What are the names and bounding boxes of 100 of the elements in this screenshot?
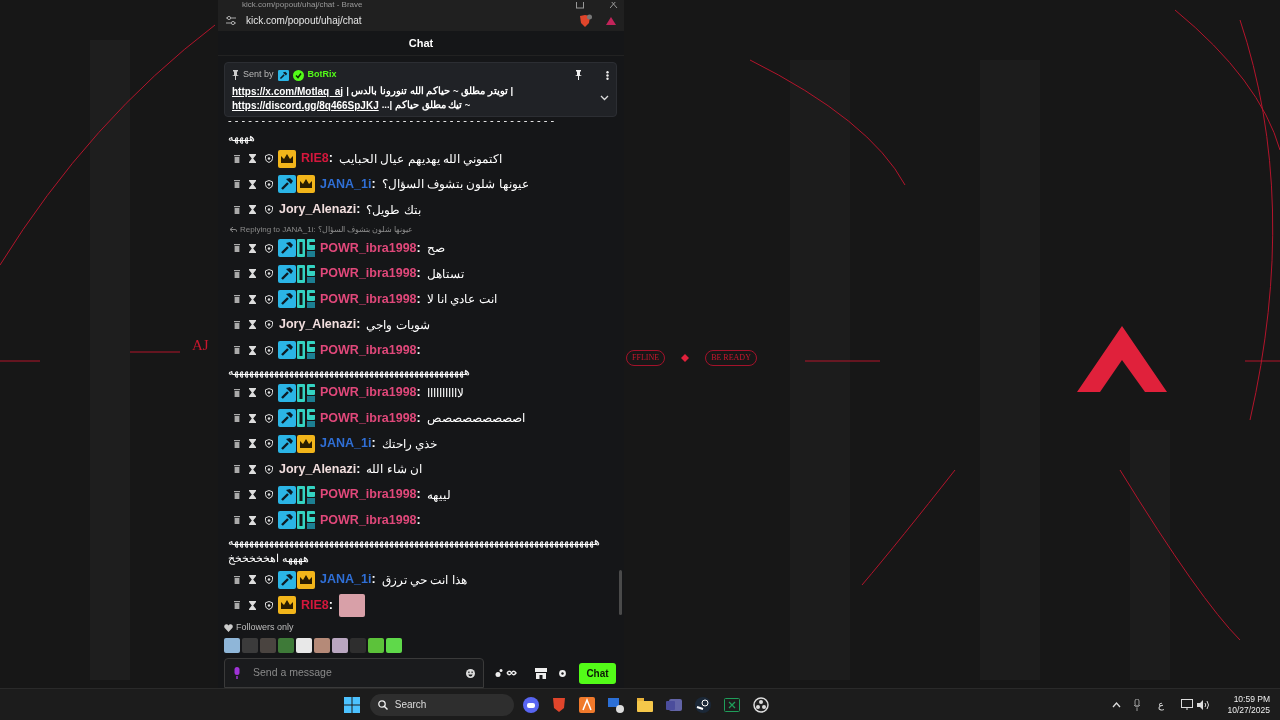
username[interactable]: Jory_Alenazi (279, 200, 357, 220)
hourglass-icon[interactable] (249, 205, 256, 215)
hourglass-icon[interactable] (249, 345, 256, 355)
close-icon[interactable] (610, 2, 618, 8)
delete-icon[interactable] (234, 295, 240, 304)
address-text[interactable]: kick.com/popout/uhaj/chat (246, 13, 568, 28)
reply-context[interactable]: Replying to JANA_1i: عيونها شلون بتشوف السؤال؟ (240, 223, 414, 236)
delete-icon[interactable] (234, 490, 240, 499)
username[interactable]: POWR_ibra1998 (320, 485, 417, 505)
delete-icon[interactable] (234, 320, 240, 329)
author-name[interactable]: BotRix (307, 68, 337, 82)
shield-icon[interactable] (265, 243, 273, 253)
delete-icon[interactable] (234, 439, 240, 448)
delete-icon[interactable] (234, 516, 240, 525)
emoji-icon[interactable] (466, 668, 475, 678)
shield-icon[interactable] (265, 490, 273, 500)
delete-icon[interactable] (234, 269, 240, 278)
unpin-icon[interactable] (575, 70, 582, 80)
username[interactable]: JANA_1i (320, 434, 372, 454)
emote-image[interactable] (224, 637, 240, 653)
shield-icon[interactable] (265, 320, 273, 330)
settings-icon[interactable] (558, 668, 567, 678)
clock-date[interactable]: 10/27/2025 (1227, 704, 1270, 716)
app-tile-icon[interactable] (578, 696, 595, 713)
maximize-icon[interactable] (576, 1, 584, 9)
hourglass-icon[interactable] (249, 575, 256, 585)
emote-image[interactable] (314, 637, 330, 653)
username[interactable]: RIE8 (301, 595, 329, 615)
username[interactable]: RIE8 (301, 149, 329, 169)
hourglass-icon[interactable] (249, 269, 256, 279)
hourglass-icon[interactable] (249, 413, 256, 423)
network-icon[interactable] (1181, 699, 1194, 710)
start-icon[interactable] (343, 696, 360, 713)
shield-icon[interactable] (265, 179, 273, 189)
username[interactable]: POWR_ibra1998 (320, 289, 417, 309)
username[interactable]: JANA_1i (320, 570, 372, 590)
microphone-icon[interactable] (1133, 698, 1142, 711)
send-chat-button[interactable]: Chat (579, 662, 616, 684)
link[interactable]: https://discord.gg/8q466SpJKJ (232, 97, 379, 113)
hourglass-icon[interactable] (249, 294, 256, 304)
folder-icon[interactable] (636, 697, 653, 712)
hourglass-icon[interactable] (249, 515, 256, 525)
delete-icon[interactable] (234, 388, 240, 397)
emote-image[interactable] (296, 637, 312, 653)
delete-icon[interactable] (234, 465, 240, 474)
shield-icon[interactable] (265, 575, 273, 585)
scrollbar-thumb[interactable] (619, 570, 622, 615)
username[interactable]: POWR_ibra1998 (320, 408, 417, 428)
emote-image[interactable] (332, 637, 348, 653)
triangle-icon[interactable] (606, 15, 616, 26)
username[interactable]: JANA_1i (320, 174, 372, 194)
chevron-up-icon[interactable] (1112, 701, 1122, 708)
chat-input-box[interactable]: Send a message (224, 658, 484, 688)
username[interactable]: Jory_Alenazi (279, 459, 357, 479)
store-icon[interactable] (535, 667, 547, 679)
clock-time[interactable]: 10:59 PM (1233, 693, 1270, 705)
delete-icon[interactable] (234, 180, 240, 189)
hourglass-icon[interactable] (249, 320, 256, 330)
expand-chevron-icon[interactable] (600, 95, 609, 101)
link[interactable]: https://x.com/Motlaq_aj (232, 83, 344, 99)
delete-icon[interactable] (234, 154, 240, 163)
username[interactable]: POWR_ibra1998 (320, 383, 417, 403)
more-options-icon[interactable] (606, 70, 609, 80)
username[interactable]: POWR_ibra1998 (320, 264, 417, 284)
shield-icon[interactable] (265, 388, 273, 398)
hourglass-icon[interactable] (249, 464, 256, 474)
shield-icon[interactable] (265, 439, 273, 449)
shield-icon[interactable] (265, 515, 273, 525)
delete-icon[interactable] (234, 575, 240, 584)
chat-app-icon[interactable] (522, 696, 539, 713)
emote-image[interactable] (386, 637, 402, 653)
points-icon[interactable] (495, 668, 519, 678)
microphone-icon[interactable] (233, 667, 241, 679)
delete-icon[interactable] (234, 346, 240, 355)
hourglass-icon[interactable] (249, 388, 256, 398)
delete-icon[interactable] (234, 244, 240, 253)
hourglass-icon[interactable] (249, 439, 256, 449)
shield-icon[interactable] (265, 600, 273, 610)
username[interactable]: Jory_Alenazi (279, 315, 357, 335)
shield-icon[interactable] (265, 269, 273, 279)
search-field[interactable]: Search (369, 693, 514, 716)
hourglass-icon[interactable] (249, 179, 256, 189)
shield-icon[interactable] (265, 205, 273, 215)
hourglass-icon[interactable] (249, 154, 256, 164)
username[interactable]: POWR_ibra1998 (320, 510, 417, 530)
shield-icon[interactable] (265, 464, 273, 474)
emote-image[interactable] (368, 637, 384, 653)
username[interactable]: POWR_ibra1998 (320, 238, 417, 258)
shield-icon[interactable] (265, 294, 273, 304)
volume-icon[interactable] (1197, 699, 1210, 710)
shield-icon[interactable] (265, 345, 273, 355)
hourglass-icon[interactable] (249, 490, 256, 500)
site-settings-icon[interactable] (226, 16, 236, 25)
hourglass-icon[interactable] (249, 243, 256, 253)
delete-icon[interactable] (234, 205, 240, 214)
message-input[interactable]: Send a message (253, 665, 454, 681)
username[interactable]: POWR_ibra1998 (320, 340, 417, 360)
shield-icon[interactable] (265, 154, 273, 164)
shield-icon[interactable] (265, 413, 273, 423)
language-indicator[interactable]: ع (1158, 697, 1165, 712)
